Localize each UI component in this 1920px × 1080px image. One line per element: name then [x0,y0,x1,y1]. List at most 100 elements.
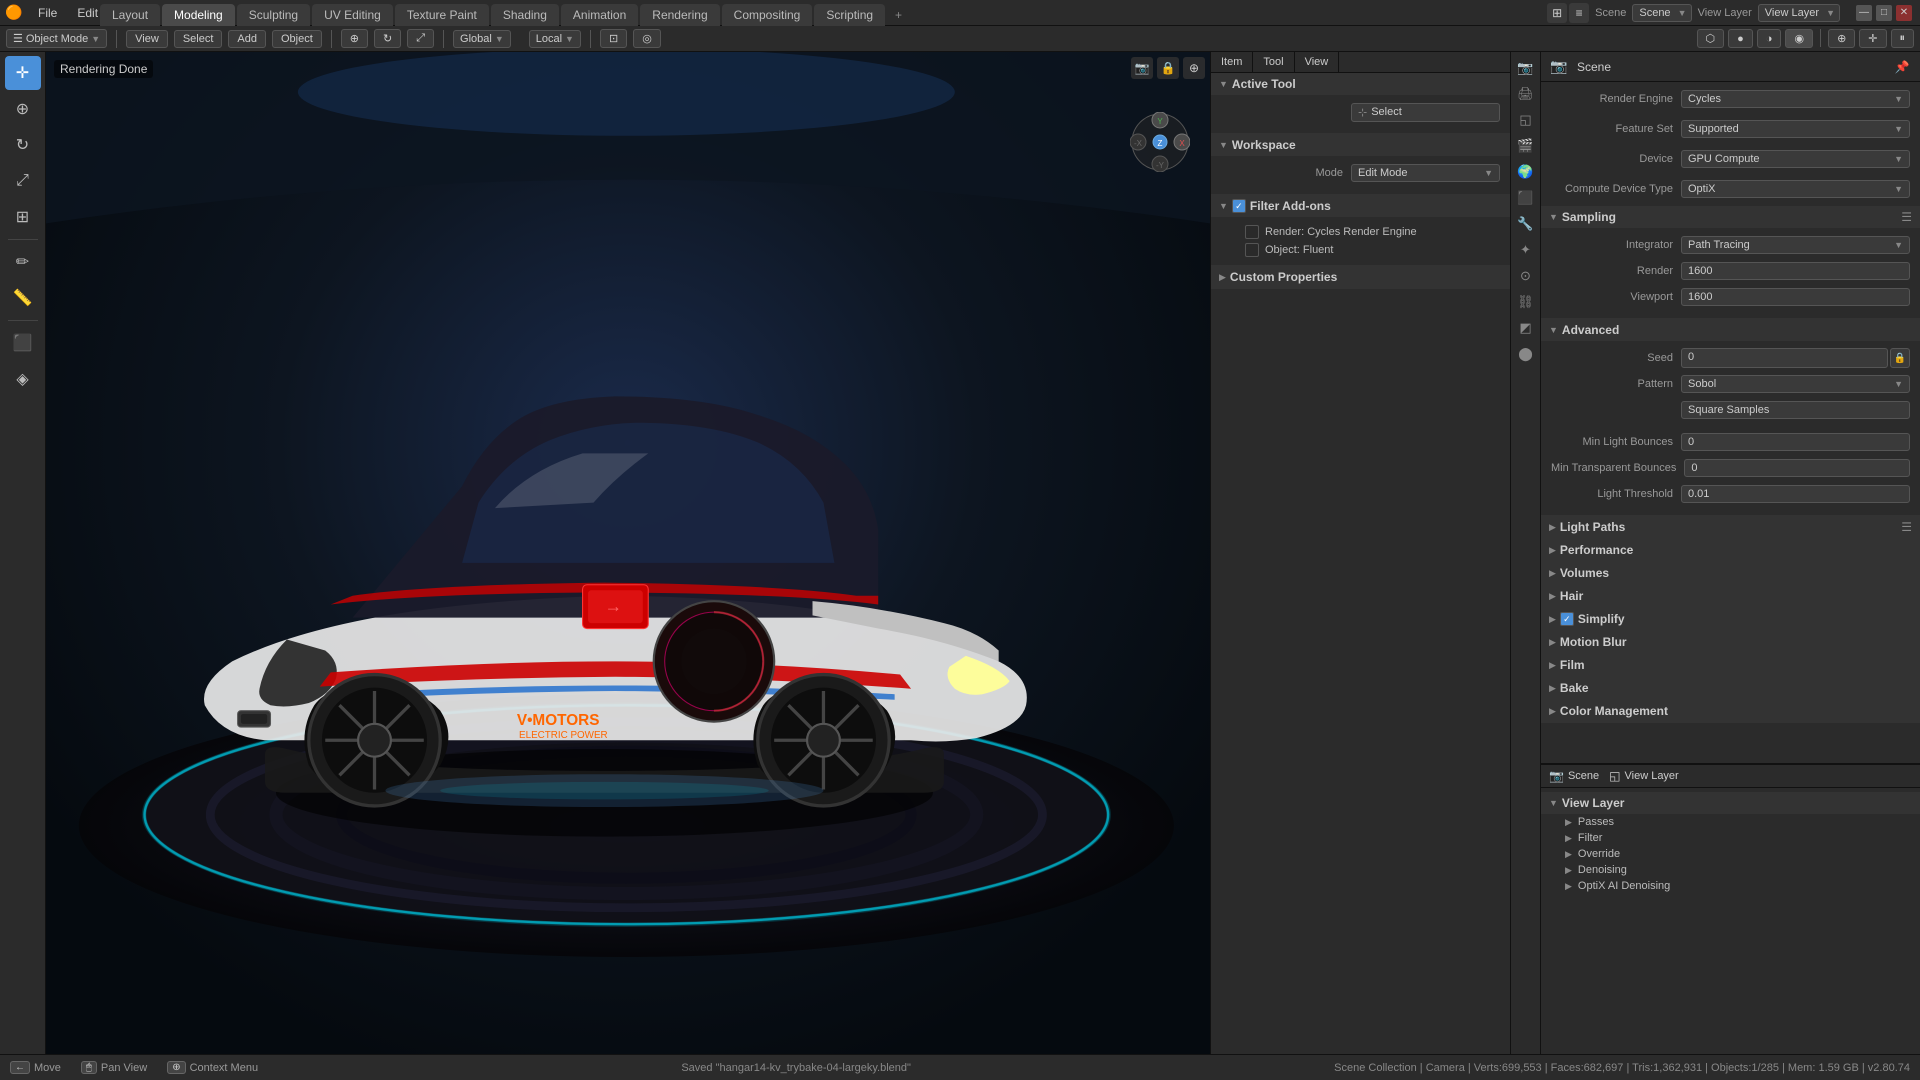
min-light-bounces-input[interactable]: 0 [1681,433,1910,451]
object-menu-btn[interactable]: Object [272,30,322,48]
viewport[interactable]: V•MOTORS ELECTRIC POWER [46,52,1210,1054]
film-header[interactable]: Film [1541,654,1920,676]
render-cycles-checkbox[interactable] [1245,225,1259,239]
render-samples-input[interactable]: 1600 [1681,262,1910,280]
snap-toggle[interactable]: ⊡ [600,29,627,48]
tab-uv-editing[interactable]: UV Editing [312,4,393,26]
custom-properties-header[interactable]: Custom Properties [1211,266,1510,288]
n-tab-view[interactable]: View [1295,52,1340,72]
active-tool-header[interactable]: Active Tool [1211,73,1510,95]
move-tool[interactable]: ⊕ [5,92,41,126]
performance-header[interactable]: Performance [1541,539,1920,561]
rendered-shading[interactable]: ◉ [1785,29,1813,48]
simplify-header[interactable]: Simplify [1541,608,1920,630]
object-fluent-checkbox[interactable] [1245,243,1259,257]
scale-btn[interactable]: ⤢ [407,29,434,48]
add-workspace-button[interactable]: + [887,4,910,26]
n-tab-tool[interactable]: Tool [1253,52,1294,72]
add-menu-btn[interactable]: Add [228,30,266,48]
tab-modeling[interactable]: Modeling [162,4,235,26]
transform-orientation-dropdown[interactable]: Global ▼ [453,30,511,48]
wireframe-toggle[interactable]: ⬡ [1697,29,1725,48]
n-tab-item[interactable]: Item [1211,52,1253,72]
bottom-view-layer-tab[interactable]: ◱ View Layer [1609,769,1679,783]
pattern-dropdown[interactable]: Sobol ▼ [1681,375,1910,393]
motion-blur-header[interactable]: Motion Blur [1541,631,1920,653]
close-button[interactable]: ✕ [1896,5,1912,21]
prop-tab-data[interactable]: ◩ [1514,316,1538,340]
tab-animation[interactable]: Animation [561,4,638,26]
render-cycles-item[interactable]: Render: Cycles Render Engine [1221,223,1500,241]
filter-addons-checkbox[interactable] [1232,199,1246,213]
prop-tab-material[interactable]: ⬤ [1514,342,1538,366]
mode-dropdown[interactable]: Edit Mode ▼ [1351,164,1500,182]
light-paths-header[interactable]: Light Paths ☰ [1541,516,1920,538]
sampling-header[interactable]: Sampling ☰ [1541,206,1920,228]
transform-btn[interactable]: ⊕ [341,29,368,48]
filter-addons-header[interactable]: Filter Add-ons [1211,195,1510,217]
pivot-dropdown[interactable]: Local ▼ [529,30,581,48]
passes-item[interactable]: Passes [1541,814,1920,830]
prop-tab-view-layer[interactable]: ◱ [1514,108,1538,132]
select-value[interactable]: ⊹ Select [1351,103,1500,122]
view-layer-selector[interactable]: View Layer ▼ [1758,4,1840,22]
view-lock-icon[interactable]: 🔒 [1157,57,1179,79]
viewport-samples-input[interactable]: 1600 [1681,288,1910,306]
device-dropdown[interactable]: GPU Compute ▼ [1681,150,1910,168]
tab-sculpting[interactable]: Sculpting [237,4,310,26]
square-samples-btn[interactable]: Square Samples [1681,401,1910,419]
object-fluent-item[interactable]: Object: Fluent [1221,241,1500,259]
sampling-options-icon[interactable]: ☰ [1901,210,1912,224]
prop-tab-modifier[interactable]: 🔧 [1514,212,1538,236]
tab-layout[interactable]: Layout [100,4,160,26]
gizmo-toggle[interactable]: ✛ [1859,29,1886,48]
filter-item[interactable]: Filter [1541,830,1920,846]
maximize-button[interactable]: □ [1876,5,1892,21]
feature-set-dropdown[interactable]: Supported ▼ [1681,120,1910,138]
view-menu-btn[interactable]: View [126,30,168,48]
bake-header[interactable]: Bake [1541,677,1920,699]
prop-tab-particles[interactable]: ✦ [1514,238,1538,262]
tab-compositing[interactable]: Compositing [722,4,813,26]
bottom-scene-tab[interactable]: 📷 Scene [1549,769,1599,783]
select-menu-btn[interactable]: Select [174,30,223,48]
prop-tab-physics[interactable]: ⊙ [1514,264,1538,288]
tab-scripting[interactable]: Scripting [814,4,885,26]
add-custom-tool[interactable]: ◈ [5,362,41,396]
seed-lock-btn[interactable]: 🔒 [1890,348,1910,368]
color-management-header[interactable]: Color Management [1541,700,1920,722]
prop-tab-output[interactable]: 🖨 [1514,82,1538,106]
annotate-tool[interactable]: ✏ [5,245,41,279]
volumes-header[interactable]: Volumes [1541,562,1920,584]
prop-tab-render[interactable]: 📷 [1514,56,1538,80]
minimize-button[interactable]: — [1856,5,1872,21]
material-shading[interactable]: ◑ [1757,29,1782,48]
hair-header[interactable]: Hair [1541,585,1920,607]
render-pause[interactable]: ⏸ [1891,29,1915,48]
navigation-gizmo[interactable]: Y -Y X -X Z [1130,112,1190,172]
proportional-edit-toggle[interactable]: ◎ [633,29,661,48]
override-item[interactable]: Override [1541,846,1920,862]
prop-tab-constraints[interactable]: ⛓ [1514,290,1538,314]
render-engine-dropdown[interactable]: Cycles ▼ [1681,90,1910,108]
view-layer-section-header[interactable]: View Layer [1541,792,1920,814]
rotate-btn[interactable]: ↻ [374,29,401,48]
light-threshold-input[interactable]: 0.01 [1681,485,1910,503]
tab-texture-paint[interactable]: Texture Paint [395,4,489,26]
min-transparent-input[interactable]: 0 [1684,459,1910,477]
view-camera-icon[interactable]: 📷 [1131,57,1153,79]
measure-tool[interactable]: 📏 [5,281,41,315]
scale-tool[interactable]: ⤢ [5,164,41,198]
advanced-header[interactable]: Advanced [1541,319,1920,341]
prop-tab-world[interactable]: 🌍 [1514,160,1538,184]
rotate-tool[interactable]: ↻ [5,128,41,162]
properties-pin-icon[interactable]: 📌 [1892,57,1912,77]
tab-rendering[interactable]: Rendering [640,4,719,26]
simplify-checkbox[interactable] [1560,612,1574,626]
menu-file[interactable]: File [28,0,67,25]
light-paths-options[interactable]: ☰ [1901,520,1912,534]
compute-device-dropdown[interactable]: OptiX ▼ [1681,180,1910,198]
cursor-tool[interactable]: ✛ [5,56,41,90]
prop-tab-scene[interactable]: 🎬 [1514,134,1538,158]
solid-shading[interactable]: ● [1728,29,1753,48]
